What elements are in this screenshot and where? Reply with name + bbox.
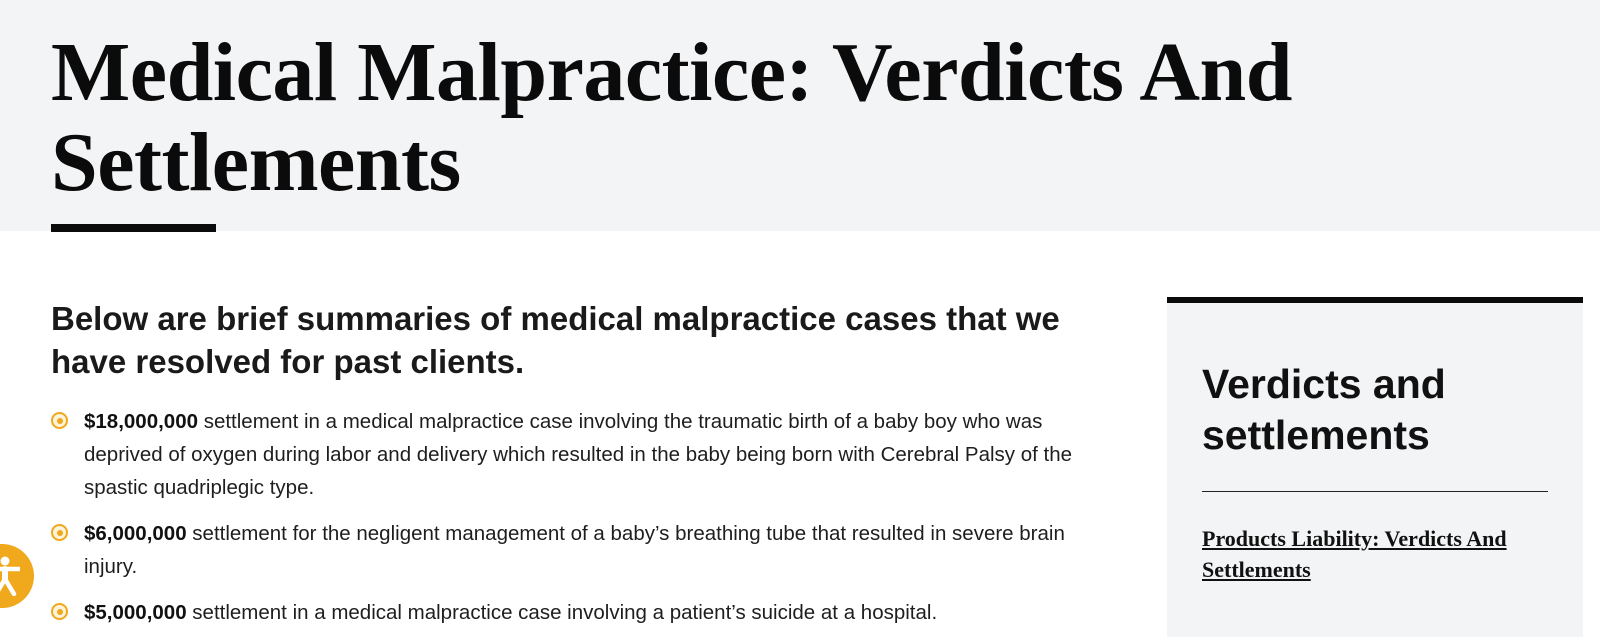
sidebar-verdicts: Verdicts and settlements Products Liabil… xyxy=(1167,297,1583,637)
radio-bullet-icon xyxy=(51,603,68,620)
sidebar-divider xyxy=(1202,491,1548,492)
case-amount: $18,000,000 xyxy=(84,410,199,433)
page-title: Medical Malpractice: Verdicts And Settle… xyxy=(51,26,1292,209)
case-item: $18,000,000 settlement in a medical malp… xyxy=(51,405,1091,504)
case-amount: $5,000,000 xyxy=(84,601,187,624)
case-item: $6,000,000 settlement for the negligent … xyxy=(51,517,1091,583)
sidebar-title: Verdicts and settlements xyxy=(1202,361,1446,458)
radio-bullet-icon xyxy=(51,412,68,429)
accessibility-icon xyxy=(0,556,20,596)
case-amount: $6,000,000 xyxy=(84,522,187,545)
radio-bullet-icon xyxy=(51,524,68,541)
case-description: settlement for the negligent management … xyxy=(84,522,1065,578)
sidebar-link-products-liability[interactable]: Products Liability: Verdicts And Settlem… xyxy=(1202,523,1562,585)
case-list: $18,000,000 settlement in a medical malp… xyxy=(51,405,1091,642)
title-underline xyxy=(51,224,216,232)
page-header: Medical Malpractice: Verdicts And Settle… xyxy=(0,0,1600,232)
accessibility-button[interactable] xyxy=(0,544,34,608)
case-description: settlement in a medical malpractice case… xyxy=(186,601,938,624)
case-item: $5,000,000 settlement in a medical malpr… xyxy=(51,596,1091,629)
case-description: settlement in a medical malpractice case… xyxy=(84,410,1073,499)
intro-heading: Below are brief summaries of medical mal… xyxy=(51,300,1060,380)
